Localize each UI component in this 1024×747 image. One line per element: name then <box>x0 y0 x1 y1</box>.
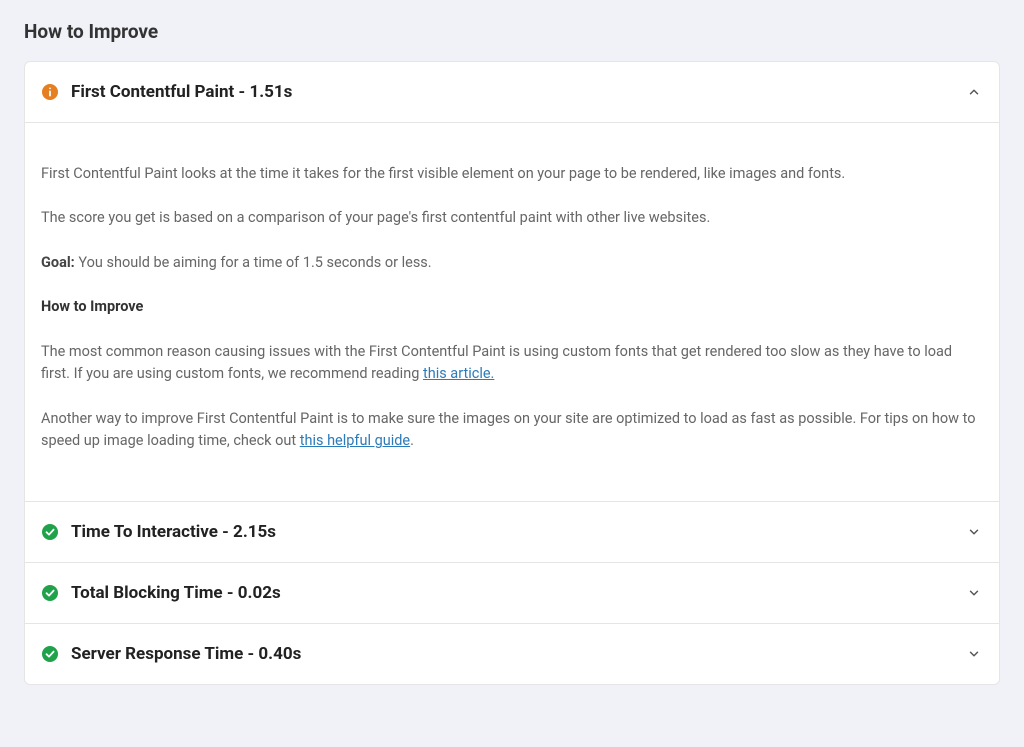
chevron-down-icon <box>965 584 983 602</box>
fcp-tip-2: Another way to improve First Contentful … <box>41 408 983 453</box>
accordion-item-fcp: First Contentful Paint - 1.51s First Con… <box>25 62 999 502</box>
check-circle-icon <box>41 645 59 663</box>
accordion-item-tbt: Total Blocking Time - 0.02s <box>25 563 999 624</box>
fcp-tip-1-link[interactable]: this article. <box>423 365 494 382</box>
check-circle-icon <box>41 584 59 602</box>
fcp-intro-2: The score you get is based on a comparis… <box>41 207 983 229</box>
accordion-body-fcp: First Contentful Paint looks at the time… <box>25 122 999 501</box>
fcp-tip-1-text: The most common reason causing issues wi… <box>41 343 952 382</box>
accordion-item-tti: Time To Interactive - 2.15s <box>25 502 999 563</box>
chevron-down-icon <box>965 523 983 541</box>
check-circle-icon <box>41 523 59 541</box>
warning-info-icon <box>41 83 59 101</box>
accordion-title: First Contentful Paint - 1.51s <box>71 82 965 102</box>
fcp-tip-1: The most common reason causing issues wi… <box>41 341 983 386</box>
accordion-container: First Contentful Paint - 1.51s First Con… <box>24 61 1000 685</box>
accordion-header-fcp[interactable]: First Contentful Paint - 1.51s <box>25 62 999 122</box>
accordion-item-srt: Server Response Time - 0.40s <box>25 624 999 684</box>
chevron-down-icon <box>965 645 983 663</box>
accordion-title: Server Response Time - 0.40s <box>71 644 965 664</box>
fcp-goal: Goal: You should be aiming for a time of… <box>41 252 983 274</box>
accordion-header-tti[interactable]: Time To Interactive - 2.15s <box>25 502 999 562</box>
accordion-header-srt[interactable]: Server Response Time - 0.40s <box>25 624 999 684</box>
accordion-header-tbt[interactable]: Total Blocking Time - 0.02s <box>25 563 999 623</box>
goal-label: Goal: <box>41 254 75 271</box>
accordion-title: Time To Interactive - 2.15s <box>71 522 965 542</box>
fcp-tip-2-text-a: Another way to improve First Contentful … <box>41 410 976 449</box>
fcp-tip-2-link[interactable]: this helpful guide <box>300 432 410 449</box>
section-title: How to Improve <box>24 20 1000 43</box>
chevron-up-icon <box>965 83 983 101</box>
accordion-title: Total Blocking Time - 0.02s <box>71 583 965 603</box>
fcp-how-to-improve-heading: How to Improve <box>41 296 983 318</box>
fcp-tip-2-text-b: . <box>410 432 414 449</box>
goal-text: You should be aiming for a time of 1.5 s… <box>75 254 432 271</box>
fcp-intro-1: First Contentful Paint looks at the time… <box>41 163 983 185</box>
